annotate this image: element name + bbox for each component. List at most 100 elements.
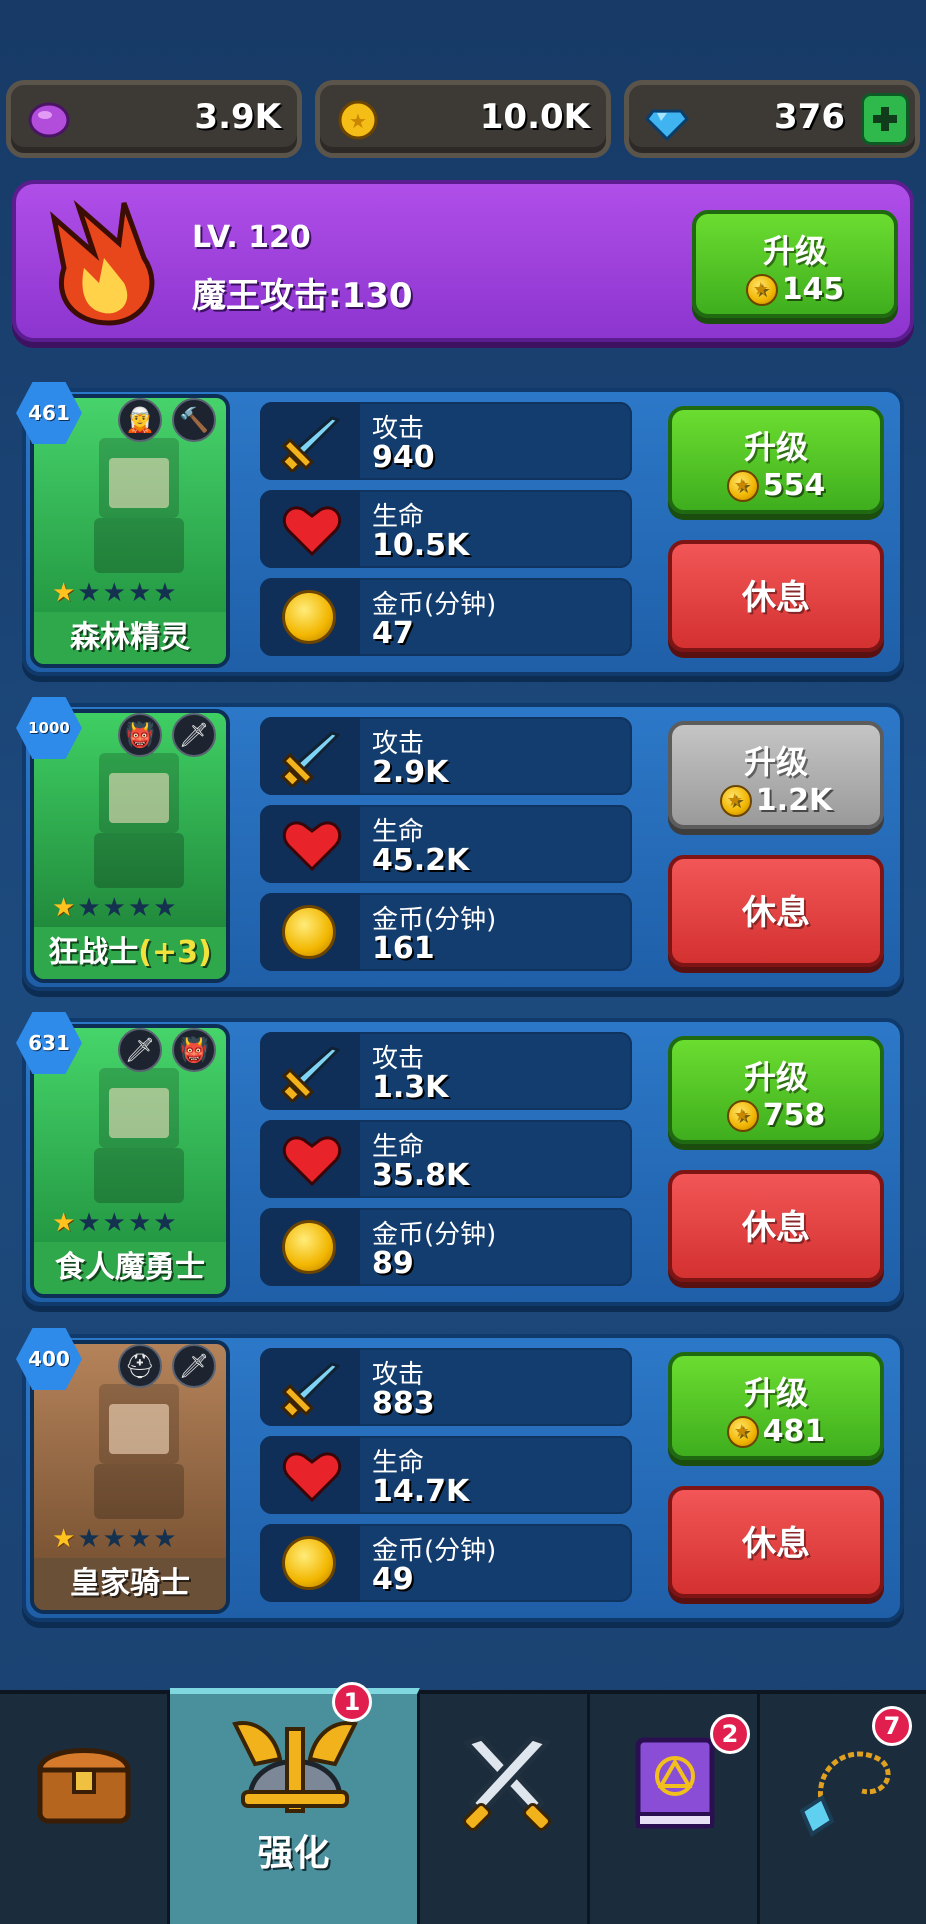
attack-stat: 攻击 883 <box>260 1348 632 1426</box>
upgrade-cost: 145 <box>745 272 845 307</box>
upgrade-tab[interactable]: 强化 1 <box>170 1682 420 1924</box>
coin-icon <box>726 1099 759 1132</box>
gem-value: 376 <box>774 97 845 137</box>
hp-stat: 生命 35.8K <box>260 1120 632 1198</box>
coin-icon <box>726 469 759 502</box>
star-rating: ★★★★★ <box>52 1208 179 1238</box>
rest-button[interactable]: 休息 <box>668 1170 884 1282</box>
star-icon: ★ <box>153 893 179 923</box>
hero-upgrade-button[interactable]: 升级 758 <box>668 1036 884 1144</box>
gold-rate-value: 49 <box>372 1562 414 1597</box>
spellbook-tab[interactable]: 2 <box>590 1694 760 1924</box>
star-icon: ★ <box>102 578 128 608</box>
weapon-badge-icon: 👹 <box>172 1028 216 1072</box>
hero-card: ★★★★★ 狂战士(+3) 1000 👹 🗡 攻击 2.9K 生命 45.2K … <box>16 697 904 991</box>
star-icon: ★ <box>52 893 78 923</box>
add-gems-button[interactable] <box>861 93 909 145</box>
weapon-badge-icon: 🔨 <box>172 398 216 442</box>
gem-currency: 376 <box>624 80 920 158</box>
class-badge-icon: ⛑ <box>118 1344 162 1388</box>
hero-name: 狂战士(+3) <box>34 927 226 979</box>
heart-icon <box>282 821 342 871</box>
gold-coin-icon <box>282 590 336 644</box>
upgrade-label: 升级 <box>743 1058 808 1096</box>
coin-icon <box>745 273 778 306</box>
boss-upgrade-button[interactable]: 升级 145 <box>692 210 898 318</box>
bottom-nav: 强化 1 2 7 <box>0 1682 926 1924</box>
fireball-icon <box>50 200 155 326</box>
star-icon: ★ <box>127 578 154 608</box>
hero-bonus: (+3) <box>138 935 212 970</box>
upgrade-cost: 758 <box>726 1098 826 1133</box>
boss-attack: 魔王攻击:130 <box>192 276 413 316</box>
gold-currency: ★ 10.0K <box>315 80 611 158</box>
hp-stat: 生命 45.2K <box>260 805 632 883</box>
rest-label: 休息 <box>742 893 810 933</box>
hero-name-text: 皇家骑士 <box>70 1566 190 1601</box>
upgrade-label: 升级 <box>743 428 808 466</box>
star-icon: ★ <box>77 1524 103 1554</box>
hp-value: 45.2K <box>372 843 470 878</box>
rest-label: 休息 <box>742 578 810 618</box>
coin-icon <box>726 1415 759 1448</box>
hero-card: ★★★★★ 皇家骑士(+1) 400 ⛑ 🗡 攻击 883 生命 14.7K 金… <box>16 1328 904 1622</box>
star-icon: ★ <box>127 1524 154 1554</box>
gold-rate-value: 47 <box>372 616 414 651</box>
star-icon: ★ <box>127 1208 154 1238</box>
star-icon: ★ <box>77 578 103 608</box>
orb-currency: 3.9K <box>6 80 302 158</box>
sword-icon <box>280 1362 340 1418</box>
rest-button[interactable]: 休息 <box>668 540 884 652</box>
star-rating: ★★★★★ <box>52 578 179 608</box>
hp-value: 10.5K <box>372 528 470 563</box>
battle-tab[interactable] <box>420 1694 590 1924</box>
boss-level: LV. 120 <box>192 220 311 255</box>
rest-button[interactable]: 休息 <box>668 1486 884 1598</box>
hero-upgrade-button[interactable]: 升级 1.2K <box>668 721 884 829</box>
gold-rate-stat: 金币(分钟) 49 <box>260 1524 632 1602</box>
orb-value: 3.9K <box>194 97 281 137</box>
hero-upgrade-button[interactable]: 升级 481 <box>668 1352 884 1460</box>
notification-badge: 7 <box>872 1706 912 1746</box>
heart-icon <box>282 1136 342 1186</box>
amulet-tab[interactable]: 7 <box>760 1694 926 1924</box>
hp-value: 35.8K <box>372 1158 470 1193</box>
star-icon: ★ <box>102 1208 128 1238</box>
upgrade-label: 升级 <box>743 743 808 781</box>
hero-name-text: 食人魔勇士 <box>55 1250 205 1285</box>
star-icon: ★ <box>77 893 103 923</box>
star-rating: ★★★★★ <box>52 1524 179 1554</box>
star-icon: ★ <box>102 1524 128 1554</box>
hero-card: ★★★★★ 森林精灵 461 🧝 🔨 攻击 940 生命 10.5K 金币(分钟… <box>16 382 904 676</box>
cost-value: 1.2K <box>755 783 833 818</box>
sword-icon <box>280 1046 340 1102</box>
gold-coin-icon <box>282 1220 336 1274</box>
gold-value: 10.0K <box>479 97 590 137</box>
star-rating: ★★★★★ <box>52 893 179 923</box>
hp-value: 14.7K <box>372 1474 470 1509</box>
cost-value: 145 <box>781 272 845 307</box>
star-icon: ★ <box>153 578 179 608</box>
upgrade-label: 升级 <box>762 232 827 270</box>
attack-stat: 攻击 940 <box>260 402 632 480</box>
hero-avatar <box>94 753 184 888</box>
hero-upgrade-button[interactable]: 升级 554 <box>668 406 884 514</box>
attack-stat: 攻击 1.3K <box>260 1032 632 1110</box>
gold-rate-stat: 金币(分钟) 47 <box>260 578 632 656</box>
attack-value: 883 <box>372 1386 435 1421</box>
hero-avatar <box>94 438 184 573</box>
hero-card: ★★★★★ 食人魔勇士(+2) 631 🗡 👹 攻击 1.3K 生命 35.8K… <box>16 1012 904 1306</box>
star-icon: ★ <box>77 1208 103 1238</box>
rest-label: 休息 <box>742 1208 810 1248</box>
upgrade-label: 升级 <box>743 1374 808 1412</box>
spellbook-icon <box>635 1737 715 1829</box>
cost-value: 758 <box>762 1098 826 1133</box>
hp-stat: 生命 14.7K <box>260 1436 632 1514</box>
gold-coin-icon: ★ <box>338 100 378 140</box>
rest-button[interactable]: 休息 <box>668 855 884 967</box>
hero-avatar <box>94 1068 184 1203</box>
gold-rate-value: 89 <box>372 1246 414 1281</box>
svg-text:★: ★ <box>349 109 367 133</box>
treasure-chest-tab[interactable] <box>0 1694 170 1924</box>
crossed-swords-icon <box>462 1735 552 1831</box>
